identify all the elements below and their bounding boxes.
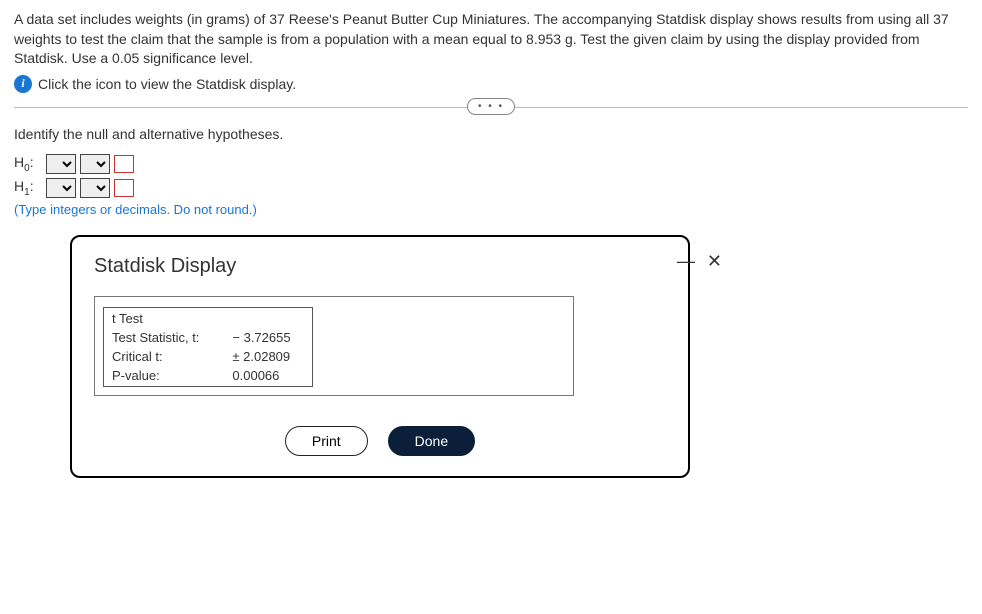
window-controls: — ✕ (677, 251, 722, 272)
statdisk-output-box: t Test Test Statistic, t: − 3.72655 Crit… (94, 296, 574, 396)
h1-param-select[interactable] (46, 178, 76, 198)
h0-param-select[interactable] (46, 154, 76, 174)
row-value: − 3.72655 (226, 329, 310, 346)
row-label: t Test (106, 310, 310, 327)
h0-value-input[interactable] (114, 155, 134, 173)
h0-label: H0: (14, 154, 42, 174)
minimize-icon[interactable]: — (677, 251, 695, 272)
problem-description: A data set includes weights (in grams) o… (14, 10, 968, 69)
dialog-buttons: Print Done (94, 426, 666, 456)
h1-relation-select[interactable] (80, 178, 110, 198)
row-label: P-value: (106, 367, 224, 384)
row-label: Critical t: (106, 348, 224, 365)
input-hint: (Type integers or decimals. Do not round… (14, 202, 968, 217)
statdisk-link-text[interactable]: Click the icon to view the Statdisk disp… (38, 76, 296, 92)
section-divider: • • • (14, 107, 968, 108)
dialog-title: Statdisk Display (94, 255, 666, 278)
info-icon[interactable]: i (14, 75, 32, 93)
print-button[interactable]: Print (285, 426, 368, 456)
statdisk-link-row: i Click the icon to view the Statdisk di… (14, 75, 968, 93)
table-row: Test Statistic, t: − 3.72655 (106, 329, 310, 346)
h0-relation-select[interactable] (80, 154, 110, 174)
expand-button[interactable]: • • • (467, 98, 515, 115)
row-label: Test Statistic, t: (106, 329, 224, 346)
table-row: Critical t: ± 2.02809 (106, 348, 310, 365)
h1-label: H1: (14, 178, 42, 198)
row-value: ± 2.02809 (226, 348, 310, 365)
h0-row: H0: (14, 154, 968, 174)
statdisk-dialog: — ✕ Statdisk Display t Test Test Statist… (70, 235, 690, 478)
statdisk-results-table: t Test Test Statistic, t: − 3.72655 Crit… (103, 307, 313, 387)
close-icon[interactable]: ✕ (707, 251, 722, 272)
h1-value-input[interactable] (114, 179, 134, 197)
table-row: t Test (106, 310, 310, 327)
table-row: P-value: 0.00066 (106, 367, 310, 384)
h1-row: H1: (14, 178, 968, 198)
done-button[interactable]: Done (388, 426, 475, 456)
row-value: 0.00066 (226, 367, 310, 384)
question-prompt: Identify the null and alternative hypoth… (14, 126, 968, 142)
